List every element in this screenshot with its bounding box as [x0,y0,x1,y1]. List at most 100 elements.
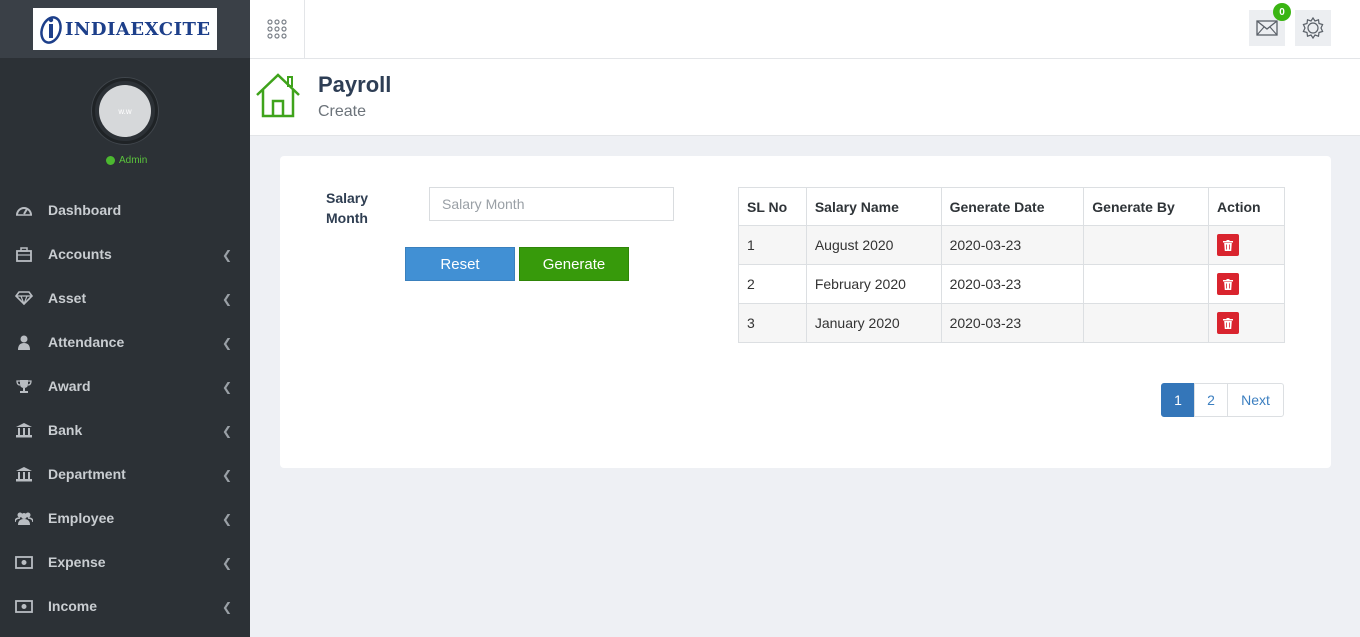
sidebar-item-label: Dashboard [48,202,122,218]
pagination: 1 2 Next [1161,383,1284,417]
page-header: Payroll Create [250,59,1360,136]
table-header-row: SL No Salary Name Generate Date Generate… [738,187,1285,226]
gear-icon [1302,16,1324,40]
chevron-left-icon: ❮ [221,512,232,526]
user-status: Admin [106,155,147,166]
cell-sl-no: 3 [738,303,807,343]
dashboard-icon [14,202,34,218]
sidebar-item-expense[interactable]: Expense ❮ [0,540,250,584]
reset-button[interactable]: Reset [405,247,515,281]
topbar: 0 [250,0,1360,59]
online-dot-icon [106,156,115,165]
column-header-action: Action [1208,187,1285,226]
delete-button[interactable] [1217,234,1240,256]
sidebar-item-label: Expense [48,554,106,570]
bank-icon [14,422,34,438]
avatar-ring: w.w [92,78,158,144]
table-row: 2 February 2020 2020-03-23 [738,264,1285,304]
sidebar-item-label: Asset [48,290,87,306]
cell-generate-date: 2020-03-23 [940,303,1085,343]
sidebar-item-department[interactable]: Department ❮ [0,452,250,496]
cell-generate-by [1083,303,1210,343]
briefcase-icon [14,246,34,262]
sidebar-item-employee[interactable]: Employee ❮ [0,496,250,540]
home-icon [256,73,300,118]
building-icon [14,466,34,482]
sidebar-item-label: Attendance [48,334,125,350]
sidebar-item-label: Income [48,598,98,614]
sidebar-item-income[interactable]: Income ❮ [0,584,250,628]
user-icon [14,334,34,350]
user-role: Admin [119,155,148,166]
sidebar-item-label: Department [48,466,126,482]
delete-button[interactable] [1217,312,1240,334]
logo-mark-icon [40,16,62,44]
cell-action [1208,264,1285,304]
envelope-icon [1256,20,1278,36]
sidebar-item-accounts[interactable]: Accounts ❮ [0,232,250,276]
salary-month-input[interactable] [429,187,674,221]
cell-salary-name: February 2020 [805,264,942,304]
sidebar-item-dashboard[interactable]: Dashboard [0,188,250,232]
cell-action [1208,303,1285,343]
users-icon [14,510,34,526]
apps-menu-button[interactable] [250,0,305,58]
cell-action [1208,225,1285,265]
chevron-left-icon: ❮ [221,380,232,394]
sidebar: INDIAEXCITE w.w Admin Dashboard Accounts… [0,0,250,637]
avatar[interactable]: w.w [99,85,151,137]
cell-generate-date: 2020-03-23 [940,225,1085,265]
generate-button[interactable]: Generate [519,247,629,281]
grid-icon [267,19,287,39]
brand-name: INDIAEXCITE [65,18,211,40]
sidebar-item-label: Employee [48,510,115,526]
sidebar-item-asset[interactable]: Asset ❮ [0,276,250,320]
page-subtitle: Create [318,103,367,120]
trash-icon [1223,278,1234,290]
money-icon [14,554,34,570]
cell-salary-name: August 2020 [805,225,942,265]
delete-button[interactable] [1217,273,1240,295]
brand-logo[interactable]: INDIAEXCITE [33,8,217,50]
chevron-left-icon: ❮ [221,292,232,306]
column-header-generate-by: Generate By [1083,187,1210,226]
column-header-salary-name: Salary Name [805,187,942,226]
trash-icon [1223,317,1234,329]
diamond-icon [14,290,34,306]
column-header-generate-date: Generate Date [940,187,1085,226]
logo-area: INDIAEXCITE [0,0,250,58]
cell-generate-by [1083,225,1210,265]
sidebar-item-label: Accounts [48,246,112,262]
payroll-card: Salary Month Reset Generate SL No Salary… [280,156,1331,468]
chevron-left-icon: ❮ [221,336,232,350]
sidebar-item-bank[interactable]: Bank ❮ [0,408,250,452]
message-count-badge: 0 [1273,3,1291,21]
settings-button[interactable] [1295,10,1331,46]
cell-salary-name: January 2020 [805,303,942,343]
page-2-button[interactable]: 2 [1194,383,1228,417]
sidebar-item-label: Award [48,378,91,394]
sidebar-item-attendance[interactable]: Attendance ❮ [0,320,250,364]
chevron-left-icon: ❮ [221,424,232,438]
sidebar-item-award[interactable]: Award ❮ [0,364,250,408]
chevron-left-icon: ❮ [221,600,232,614]
cell-generate-by [1083,264,1210,304]
sidebar-menu: Dashboard Accounts ❮ Asset ❮ Attendance … [0,188,250,628]
next-page-button[interactable]: Next [1227,383,1284,417]
table-row: 3 January 2020 2020-03-23 [738,303,1285,343]
cell-generate-date: 2020-03-23 [940,264,1085,304]
column-header-sl-no: SL No [738,187,807,226]
page-1-button[interactable]: 1 [1161,383,1195,417]
money-icon [14,598,34,614]
chevron-left-icon: ❮ [221,556,232,570]
user-profile: w.w Admin [0,58,250,188]
sidebar-item-label: Bank [48,422,83,438]
trash-icon [1223,239,1234,251]
salary-month-label: Salary Month [326,190,369,226]
page-title: Payroll [318,72,392,97]
trophy-icon [14,378,34,394]
table-row: 1 August 2020 2020-03-23 [738,225,1285,265]
cell-sl-no: 1 [738,225,807,265]
chevron-left-icon: ❮ [221,248,232,262]
avatar-text: w.w [118,106,132,116]
